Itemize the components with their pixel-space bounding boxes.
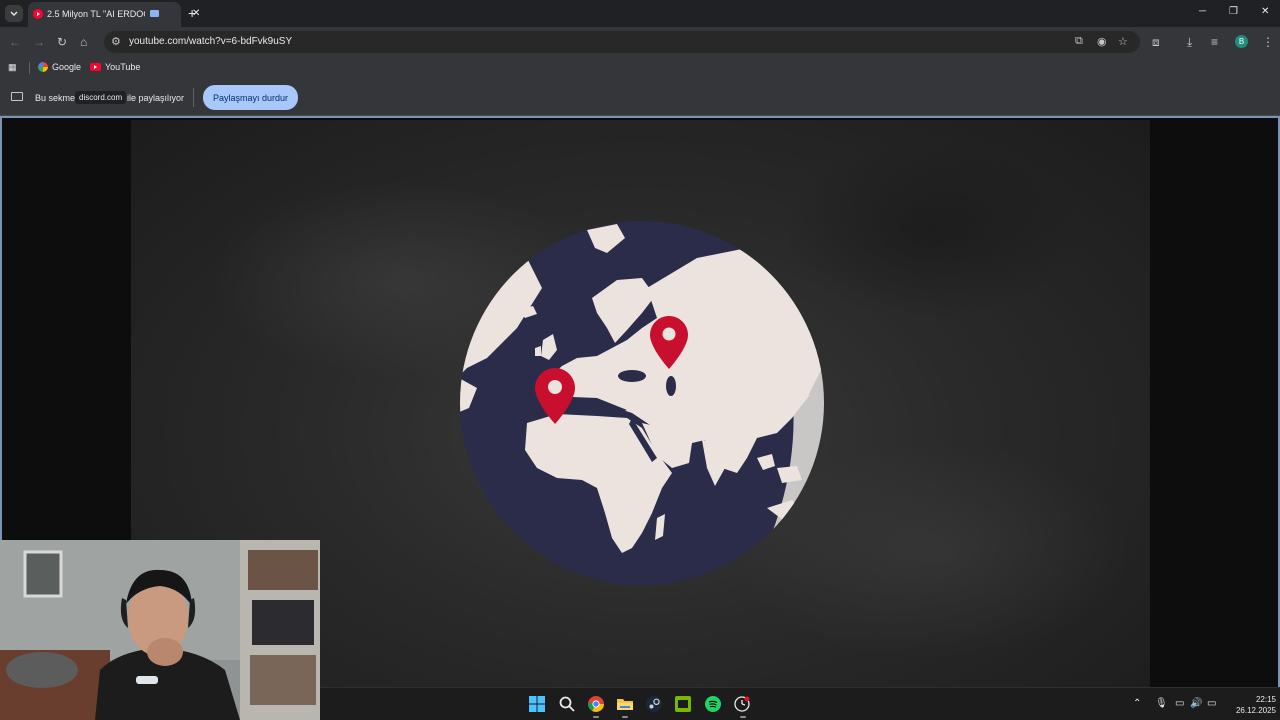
download-icon[interactable]: ⤓ <box>1187 35 1192 49</box>
browser-toolbar: ← → ↻ ⌂ ⚙ youtube.com/watch?v=6-bdFvk9uS… <box>0 27 1280 57</box>
windows-taskbar: ⌃ 🎙 ▭ 🔊 ▭ 22:15 26.12.2025 <box>320 687 1280 720</box>
reload-icon[interactable]: ↻ <box>57 35 67 49</box>
profile-avatar[interactable]: B <box>1235 35 1248 48</box>
cast-icon[interactable]: ⧉ <box>1075 35 1083 48</box>
youtube-icon <box>33 9 43 19</box>
forward-icon[interactable]: → <box>33 35 45 49</box>
apps-grid-icon[interactable]: ▦ <box>8 62 17 73</box>
steam-icon[interactable] <box>646 696 662 712</box>
bookmarks-divider <box>29 62 30 74</box>
bookmark-youtube[interactable]: YouTube <box>90 62 140 72</box>
bookmark-label: Google <box>52 62 82 72</box>
browser-tab[interactable]: 2.5 Milyon TL "AI ERDOĞAN" ✕ <box>28 2 200 27</box>
google-icon <box>38 62 48 72</box>
minimize-button[interactable]: ─ <box>1199 6 1206 17</box>
system-clock[interactable]: 22:15 26.12.2025 <box>1228 694 1276 716</box>
bookmark-google[interactable]: Google <box>38 62 81 72</box>
clock-app-icon[interactable] <box>734 696 750 712</box>
share-text-after: ile paylaşılıyor <box>127 93 185 103</box>
webcam-feed <box>0 540 320 720</box>
address-bar[interactable]: ⚙ youtube.com/watch?v=6-bdFvk9uSY ⧉ ◉ ☆ <box>104 31 1140 53</box>
screen-share-icon <box>11 92 23 101</box>
home-icon[interactable]: ⌂ <box>80 35 87 49</box>
share-site-chip: discord.com <box>75 91 127 104</box>
clock-date: 26.12.2025 <box>1235 706 1276 715</box>
close-window-button[interactable]: ✕ <box>1261 6 1269 17</box>
active-app-indicator <box>593 716 599 718</box>
eye-off-icon[interactable]: ◉ <box>1097 35 1107 48</box>
active-app-indicator <box>622 716 628 718</box>
stop-sharing-button[interactable]: Paylaşmayı durdur <box>203 85 298 110</box>
divider <box>193 88 194 107</box>
nvidia-icon[interactable] <box>675 696 691 712</box>
youtube-icon <box>90 63 101 71</box>
back-icon[interactable]: ← <box>9 35 21 49</box>
bookmark-label: YouTube <box>105 62 141 72</box>
tab-sharing-icon <box>150 10 159 17</box>
site-info-icon[interactable]: ⚙ <box>111 35 121 48</box>
extensions-icon[interactable]: ⧈ <box>1152 35 1160 49</box>
bookmarks-bar: ▦ Google YouTube <box>0 57 1280 79</box>
battery-icon[interactable]: ▭ <box>1207 698 1216 709</box>
chevron-up-icon[interactable]: ⌃ <box>1133 698 1141 709</box>
tab-share-infobar: Bu sekme discord.com ile paylaşılıyor Pa… <box>0 79 1280 116</box>
microphone-icon[interactable]: 🎙 <box>1155 698 1168 709</box>
chevron-down-icon <box>10 11 18 16</box>
file-explorer-icon[interactable] <box>617 696 633 712</box>
tab-title: 2.5 Milyon TL "AI ERDOĞAN" <box>47 9 145 19</box>
tab-strip: 2.5 Milyon TL "AI ERDOĞAN" ✕ + ─ ❐ ✕ <box>0 0 1280 27</box>
spotify-icon[interactable] <box>705 696 721 712</box>
clock-time: 22:15 <box>1255 695 1276 704</box>
active-app-indicator <box>740 716 746 718</box>
windows-start-icon[interactable] <box>529 696 545 712</box>
search-icon[interactable] <box>559 696 575 712</box>
globe-illustration <box>460 221 824 585</box>
bookmark-star-icon[interactable]: ☆ <box>1118 35 1128 48</box>
new-tab-button[interactable]: + <box>188 5 196 21</box>
share-text-before: Bu sekme <box>35 93 76 103</box>
restore-button[interactable]: ❐ <box>1229 6 1238 17</box>
display-icon[interactable]: ▭ <box>1175 698 1184 709</box>
speaker-icon[interactable]: 🔊 <box>1190 698 1202 709</box>
menu-icon[interactable]: ⋮ <box>1262 35 1274 49</box>
reading-list-icon[interactable]: ≡ <box>1211 35 1218 49</box>
chrome-icon[interactable] <box>588 696 604 712</box>
url-text[interactable]: youtube.com/watch?v=6-bdFvk9uSY <box>129 36 292 47</box>
webcam-overlay <box>0 540 320 720</box>
tab-search-button[interactable] <box>5 5 23 22</box>
